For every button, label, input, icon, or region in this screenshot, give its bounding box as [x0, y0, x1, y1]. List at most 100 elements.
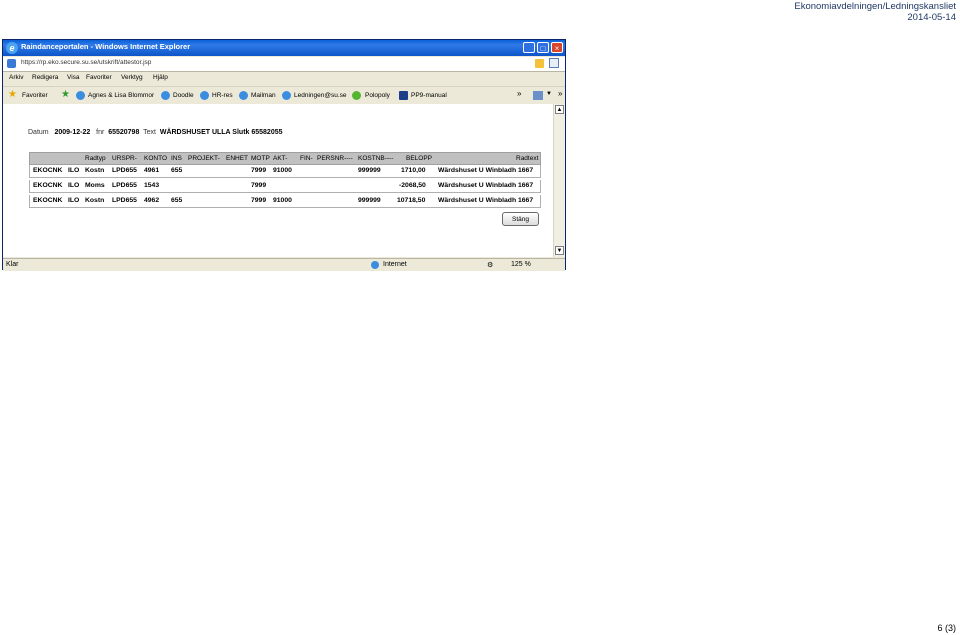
fnr-value: 65520798	[108, 129, 140, 136]
vertical-scrollbar[interactable]: ▲ ▼	[553, 104, 565, 257]
chevron-right-icon[interactable]: »	[517, 89, 521, 98]
cell-type: Kostn	[85, 197, 105, 204]
column-header: ENHET	[226, 155, 249, 162]
column-header: INS	[171, 155, 182, 162]
cell-belopp: 1710,00	[401, 167, 426, 174]
record-header: Datum 2009-12-22 fnr 65520798 Text WÄRDS…	[28, 129, 283, 136]
menu-item-verktyg[interactable]: Verktyg	[121, 74, 143, 81]
status-text: Klar	[6, 261, 19, 268]
fav-link-ledningen[interactable]: Ledningen@su.se	[294, 92, 347, 99]
refresh-icon[interactable]	[549, 58, 559, 68]
cell-radtext: Wärdshuset U Winbladh 1667	[438, 167, 534, 174]
cell-konto: 1543	[144, 182, 160, 189]
favorites-button[interactable]: Favoriter	[22, 92, 48, 99]
cell-konto: 4961	[144, 167, 160, 174]
entries-table: Radtyp URSPR- KONTO INS PROJEKT- ENHET M…	[29, 152, 541, 210]
fnr-label: fnr	[96, 129, 105, 136]
pp9-icon	[399, 91, 408, 100]
column-header: Radtext	[516, 155, 539, 162]
cell-type: Moms	[85, 182, 105, 189]
home-icon[interactable]	[533, 91, 543, 100]
maximize-button[interactable]: □	[537, 42, 549, 53]
cell-code: LPD655	[112, 182, 137, 189]
text-label: Text	[143, 129, 156, 136]
cell-motp: 7999	[251, 197, 267, 204]
fav-link-polopoly[interactable]: Polopoly	[365, 92, 390, 99]
title-bar: e Raindanceportalen - Windows Internet E…	[3, 40, 565, 56]
menu-item-arkiv[interactable]: Arkiv	[9, 74, 23, 81]
link-icon	[200, 91, 209, 100]
table-row[interactable]: EKOCNK ILO Moms LPD655 1543 7999 -2068,5…	[29, 180, 541, 193]
address-text[interactable]: https://rp.eko.secure.su.se/utskrift/att…	[21, 59, 151, 66]
cell-akt: 91000	[273, 197, 292, 204]
fav-link-agnes[interactable]: Agnes & Lisa Blommor	[88, 92, 154, 99]
menu-item-redigera[interactable]: Redigera	[32, 74, 58, 81]
column-header: KONTO	[144, 155, 167, 162]
cell-ins: 655	[171, 167, 183, 174]
table-header: Radtyp URSPR- KONTO INS PROJEKT- ENHET M…	[29, 152, 541, 165]
menu-item-visa[interactable]: Visa	[67, 74, 80, 81]
cell-radtext: Wärdshuset U Winbladh 1667	[438, 197, 534, 204]
cell-urspr: ILO	[68, 167, 80, 174]
favorites-bar: ★ Favoriter ★ Agnes & Lisa Blommor Doodl…	[3, 86, 565, 105]
fav-link-mailman[interactable]: Mailman	[251, 92, 276, 99]
table-row[interactable]: EKOCNK ILO Kostn LPD655 4961 655 7999 91…	[29, 165, 541, 178]
zoom-level[interactable]: 125 %	[511, 261, 531, 268]
ie-icon: e	[6, 42, 18, 54]
scroll-up-icon[interactable]: ▲	[555, 105, 564, 114]
polopoly-icon	[352, 91, 361, 100]
menu-item-favoriter[interactable]: Favoriter	[86, 74, 112, 81]
column-header: PROJEKT-	[188, 155, 220, 162]
page-content: Datum 2009-12-22 fnr 65520798 Text WÄRDS…	[3, 104, 553, 257]
ie-window: e Raindanceportalen - Windows Internet E…	[2, 39, 566, 271]
column-header: KOSTNB----	[358, 155, 394, 162]
table-row[interactable]: EKOCNK ILO Kostn LPD655 4962 655 7999 91…	[29, 195, 541, 208]
lock-icon[interactable]	[535, 59, 544, 68]
cell-code: LPD655	[112, 167, 137, 174]
chevron-right-icon[interactable]: »	[558, 89, 562, 98]
column-header: AKT-	[273, 155, 288, 162]
chevron-down-icon[interactable]: ▼	[546, 91, 552, 97]
department-name: Ekonomiavdelningen/Ledningskansliet	[794, 1, 956, 12]
link-icon	[282, 91, 291, 100]
add-favorite-icon[interactable]: ★	[61, 90, 70, 100]
cell-radtyp: EKOCNK	[33, 197, 63, 204]
page-icon	[7, 59, 16, 68]
cell-urspr: ILO	[68, 182, 80, 189]
cell-motp: 7999	[251, 167, 267, 174]
cell-radtext: Wärdshuset U Winbladh 1667	[438, 182, 534, 189]
menu-item-hjalp[interactable]: Hjälp	[153, 74, 168, 81]
link-icon	[239, 91, 248, 100]
protected-mode-icon[interactable]: ⚙	[487, 261, 493, 269]
cell-motp: 7999	[251, 182, 267, 189]
page-number: 6 (3)	[937, 623, 956, 633]
cell-kostnb: 999999	[358, 167, 381, 174]
address-bar[interactable]: https://rp.eko.secure.su.se/utskrift/att…	[3, 57, 565, 72]
document-date: 2014-05-14	[907, 12, 956, 23]
cell-code: LPD655	[112, 197, 137, 204]
globe-icon	[371, 261, 379, 269]
text-value: WÄRDSHUSET ULLA Slutk 65582055	[159, 129, 283, 136]
column-header: Radtyp	[85, 155, 106, 162]
fav-link-doodle[interactable]: Doodle	[173, 92, 194, 99]
fav-link-hr-res[interactable]: HR-res	[212, 92, 233, 99]
column-header: MOTP	[251, 155, 270, 162]
datum-value: 2009-12-22	[54, 129, 91, 136]
fav-link-pp9[interactable]: PP9-manual	[411, 92, 447, 99]
cell-type: Kostn	[85, 167, 105, 174]
cell-akt: 91000	[273, 167, 292, 174]
cell-radtyp: EKOCNK	[33, 167, 63, 174]
link-icon	[161, 91, 170, 100]
close-button[interactable]: Stäng	[502, 212, 539, 226]
favorites-star-icon[interactable]: ★	[8, 90, 17, 100]
scroll-down-icon[interactable]: ▼	[555, 246, 564, 255]
window-title: Raindanceportalen - Windows Internet Exp…	[21, 42, 191, 51]
column-header: URSPR-	[112, 155, 137, 162]
minimize-button[interactable]: _	[523, 42, 535, 53]
link-icon	[76, 91, 85, 100]
column-header: PERSNR----	[317, 155, 353, 162]
cell-belopp: 10718,50	[397, 197, 426, 204]
column-header: FIN-	[300, 155, 313, 162]
status-bar: Klar Internet ⚙ 125 %	[3, 258, 565, 271]
close-window-button[interactable]: ×	[551, 42, 563, 53]
